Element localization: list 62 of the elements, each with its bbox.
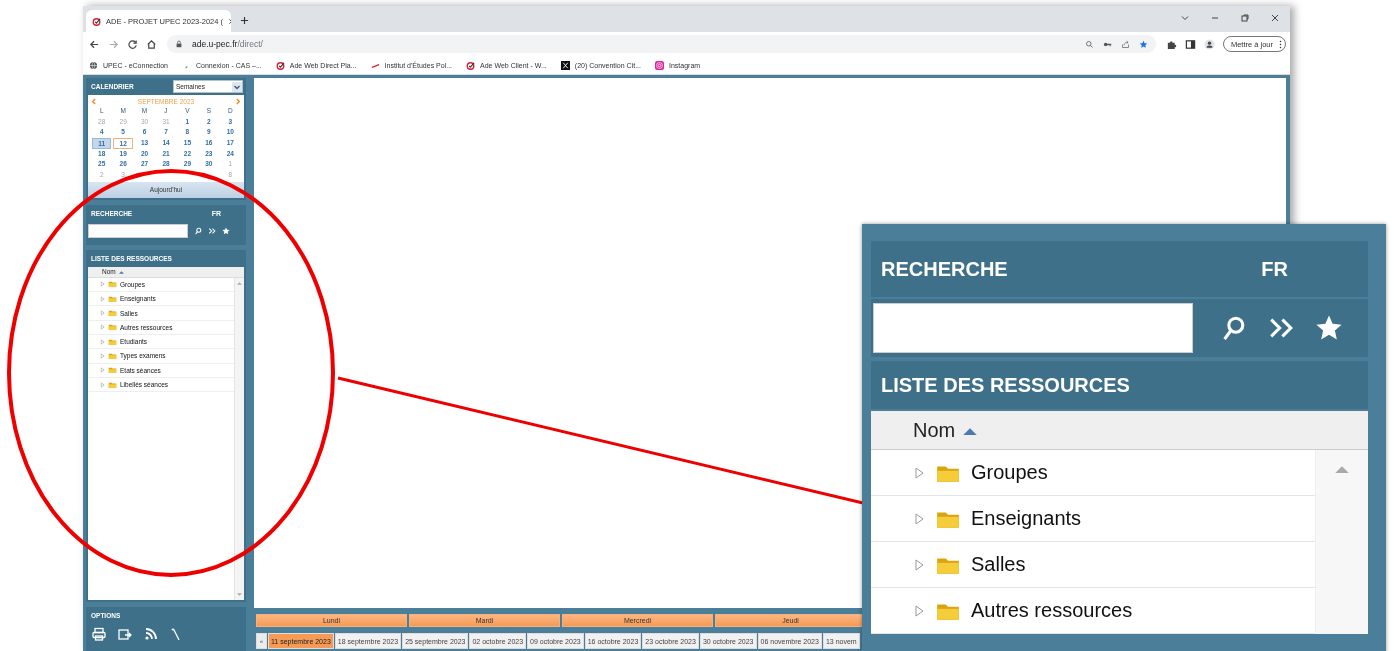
double-chevron-icon[interactable] — [208, 226, 216, 235]
tree-item-label: Autres ressources — [971, 599, 1133, 622]
reload-icon[interactable] — [127, 38, 138, 50]
puzzle-icon[interactable] — [1165, 38, 1177, 50]
profile-icon[interactable] — [1203, 38, 1215, 50]
ade-logo-icon — [275, 60, 285, 70]
folder-icon — [108, 294, 117, 303]
home-icon[interactable] — [146, 38, 157, 50]
address-bar[interactable]: ade.u-pec.fr/direct/ — [167, 35, 1156, 53]
expand-arrow-icon[interactable] — [913, 603, 925, 618]
zoom-icon[interactable] — [1084, 39, 1094, 49]
star-icon[interactable] — [1138, 39, 1148, 49]
rss-icon[interactable] — [144, 627, 158, 641]
globe-icon — [89, 60, 98, 70]
url-text: ade.u-pec.fr/direct/ — [192, 39, 263, 49]
language-label[interactable]: FR — [1261, 257, 1288, 281]
side-panel-icon[interactable] — [1184, 38, 1196, 50]
menu-icon[interactable] — [1279, 39, 1282, 49]
expand-arrow-icon[interactable] — [913, 465, 925, 480]
calendar-export-icon[interactable] — [118, 627, 132, 641]
restore-icon[interactable] — [1240, 13, 1250, 23]
tree-item[interactable]: Autres ressources — [871, 588, 1315, 634]
tree-item-label: Groupes — [971, 461, 1048, 484]
column-header[interactable]: Nom — [871, 411, 1368, 450]
x-logo-icon — [560, 60, 570, 70]
ade-logo-icon — [466, 60, 476, 70]
tree-item-label: Salles — [971, 553, 1026, 576]
lock-icon — [175, 40, 183, 48]
dropdown-arrow-icon[interactable] — [232, 81, 242, 92]
folder-icon — [108, 351, 117, 360]
expand-arrow-icon[interactable] — [913, 557, 925, 572]
star-icon[interactable] — [222, 226, 230, 235]
sort-arrow-icon — [118, 269, 124, 274]
ade-logo-icon — [92, 16, 101, 26]
close-icon[interactable] — [1270, 13, 1280, 23]
tree-item[interactable]: Enseignants — [871, 496, 1315, 542]
tree-item[interactable]: Salles — [871, 542, 1315, 588]
star-icon[interactable] — [1315, 314, 1343, 342]
forward-arrow-icon[interactable] — [108, 38, 119, 50]
panel-title: RECHERCHE — [881, 257, 1008, 281]
back-arrow-icon[interactable] — [89, 38, 100, 50]
tree-item-label: Enseignants — [971, 507, 1082, 530]
next-month-icon[interactable] — [236, 98, 241, 105]
printer-icon[interactable] — [92, 627, 106, 641]
previous-month-icon[interactable] — [91, 98, 96, 105]
share-icon[interactable] — [1120, 39, 1130, 49]
expand-arrow-icon[interactable] — [913, 511, 925, 526]
search-field[interactable] — [88, 223, 188, 238]
tree-item[interactable]: Groupes — [871, 450, 1315, 496]
search-field[interactable] — [873, 303, 1193, 353]
search-icon[interactable] — [194, 226, 202, 235]
folder-icon — [108, 366, 117, 375]
panel-title: LISTE DES RESSOURCES — [881, 373, 1130, 397]
chevron-down-icon[interactable] — [1180, 13, 1190, 23]
folder-icon — [108, 309, 117, 318]
folder-icon — [108, 380, 117, 389]
scroll-up-icon[interactable] — [1335, 464, 1349, 473]
folder-icon — [108, 323, 117, 332]
new-tab-icon[interactable] — [240, 16, 249, 25]
folder-icon — [108, 337, 117, 346]
camera-logo-icon — [655, 60, 664, 70]
folder-icon — [108, 280, 117, 289]
